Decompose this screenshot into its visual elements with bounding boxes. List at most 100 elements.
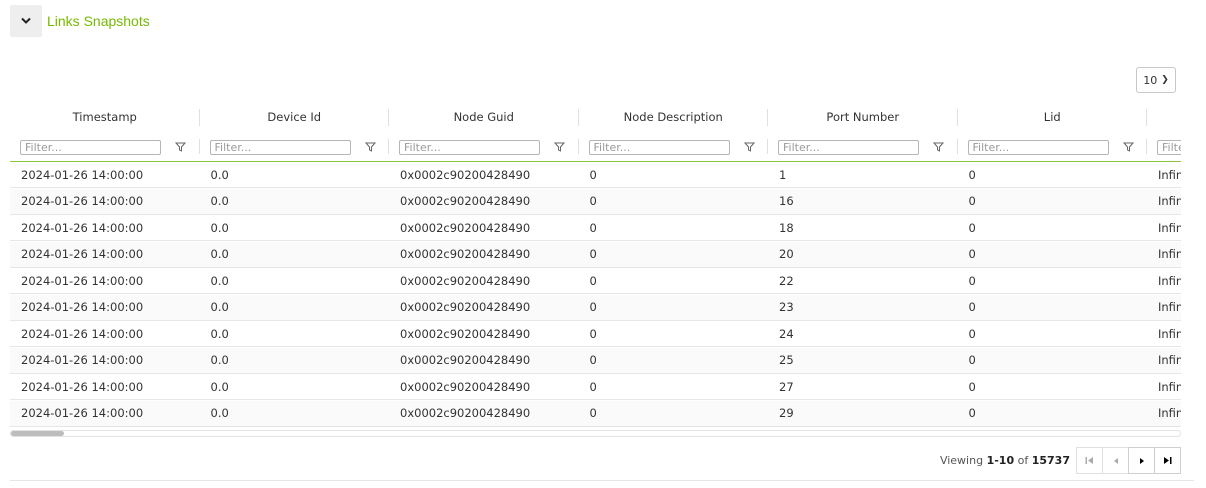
table-cell: 0 <box>968 220 976 235</box>
table-cell: Infin <box>1158 353 1181 367</box>
table-cell: Infin <box>1158 247 1181 261</box>
filter-input[interactable]: Filter... <box>399 139 540 155</box>
table-cell: 0.0 <box>210 353 229 367</box>
table-row[interactable]: 2024-01-26 14:00:00 0.0 0x0002c90200428490… <box>10 215 1181 241</box>
column-header[interactable]: Lid <box>958 103 1148 131</box>
table-cell: 2024-01-26 14:00:00 <box>21 220 144 235</box>
table-cell: 0 <box>968 353 976 367</box>
viewing-range: 1-10 <box>986 454 1015 467</box>
next-page-button[interactable] <box>1128 447 1155 474</box>
table-cell: 18 <box>779 220 794 235</box>
filter-row: Filter... Filter... Filter... Filter... Filt… <box>10 134 1181 160</box>
table-cell: 0.0 <box>210 379 229 394</box>
table-cell: 0 <box>589 353 597 367</box>
table-cell: 25 <box>779 353 794 367</box>
filter-input[interactable]: Filter... <box>1157 139 1181 155</box>
filter-icon[interactable] <box>1122 142 1134 152</box>
column-header[interactable]: Device Id <box>200 103 390 131</box>
table-cell: 2024-01-26 14:00:00 <box>21 406 144 420</box>
table-cell: 24 <box>779 326 794 341</box>
of-label: of <box>1017 454 1029 467</box>
table-cell: 0 <box>589 220 597 235</box>
last-page-button[interactable] <box>1154 447 1181 474</box>
filter-input[interactable]: Filter... <box>588 139 730 155</box>
table-row[interactable]: 2024-01-26 14:00:00 0.0 0x0002c90200428490… <box>10 321 1181 347</box>
viewing-label: Viewing <box>939 454 984 467</box>
table-cell: 0.0 <box>210 326 229 341</box>
filter-icon[interactable] <box>175 142 186 152</box>
filter-icon[interactable] <box>933 142 944 152</box>
table-cell: Infin <box>1158 273 1181 288</box>
scrollbar-thumb[interactable] <box>11 431 64 436</box>
page-size-value: 10 <box>1143 73 1158 87</box>
table-cell: 2024-01-26 14:00:00 <box>21 353 144 367</box>
next-page-icon <box>1139 457 1144 464</box>
table-cell: Infin <box>1158 167 1181 182</box>
filter-input[interactable]: Filter... <box>20 139 161 155</box>
column-header[interactable] <box>1147 103 1181 131</box>
filter-icon[interactable] <box>554 142 565 152</box>
bottom-divider <box>10 480 1194 481</box>
table-row[interactable]: 2024-01-26 14:00:00 0.0 0x0002c90200428490… <box>10 241 1181 268</box>
table-cell: 16 <box>779 194 794 208</box>
table-cell: 0 <box>589 379 597 394</box>
table-row[interactable]: 2024-01-26 14:00:00 0.0 0x0002c90200428490… <box>10 400 1181 427</box>
table-row[interactable]: 2024-01-26 14:00:00 0.0 0x0002c90200428490… <box>10 268 1181 294</box>
collapse-button[interactable] <box>10 5 42 37</box>
column-header[interactable]: Node Description <box>579 103 769 131</box>
filter-icon[interactable] <box>364 142 376 152</box>
table-row[interactable]: 2024-01-26 14:00:00 0.0 0x0002c90200428490… <box>10 374 1181 400</box>
filter-cell: Filter... <box>200 134 390 160</box>
table-cell: 23 <box>779 300 794 314</box>
column-header[interactable]: Timestamp <box>10 103 200 131</box>
table-cell: 0.0 <box>210 247 229 261</box>
table-cell: 0 <box>968 300 976 314</box>
filter-input[interactable]: Filter... <box>967 139 1109 155</box>
links-table: Timestamp Device Id Node Guid Node Descript… <box>10 101 1181 427</box>
table-cell: 1 <box>779 167 787 182</box>
table-row[interactable]: 2024-01-26 14:00:00 0.0 0x0002c90200428490… <box>10 294 1181 321</box>
filter-cell: Filter... <box>1147 134 1181 160</box>
pagination: Viewing 1-10 of 15737 <box>940 447 1181 474</box>
filter-input[interactable]: Filter... <box>778 139 919 155</box>
table-cell: Infin <box>1158 194 1181 208</box>
table-cell: 0x0002c90200428490 <box>400 379 531 394</box>
filter-cell: Filter... <box>768 134 958 160</box>
table-cell: 20 <box>779 247 794 261</box>
column-header[interactable]: Port Number <box>768 103 958 131</box>
panel-title: Links Snapshots <box>47 13 150 29</box>
table-cell: 0 <box>589 406 597 420</box>
table-cell: 0 <box>589 300 597 314</box>
table-cell: 0 <box>968 273 976 288</box>
table-cell: 0 <box>968 379 976 394</box>
total-count: 15737 <box>1031 454 1070 467</box>
table-cell: 0.0 <box>210 220 229 235</box>
table-cell: 2024-01-26 14:00:00 <box>21 379 144 394</box>
table-cell: 0.0 <box>210 167 229 182</box>
table-cell: 2024-01-26 14:00:00 <box>21 247 144 261</box>
table-cell: 0x0002c90200428490 <box>400 220 531 235</box>
table-row[interactable]: 2024-01-26 14:00:00 0.0 0x0002c90200428490… <box>10 162 1181 188</box>
first-page-button[interactable] <box>1076 447 1103 474</box>
table-cell: 0 <box>968 406 976 420</box>
page-size-select[interactable]: 10 ❯ <box>1136 67 1176 93</box>
first-page-icon <box>1085 457 1093 464</box>
last-page-icon <box>1164 457 1172 464</box>
column-header[interactable]: Node Guid <box>389 103 579 131</box>
table-cell: 0 <box>589 273 597 288</box>
table-cell: 2024-01-26 14:00:00 <box>21 300 144 314</box>
horizontal-scrollbar[interactable] <box>10 430 1181 437</box>
prev-page-button[interactable] <box>1102 447 1129 474</box>
table-cell: Infin <box>1158 379 1181 394</box>
table-cell: 0x0002c90200428490 <box>400 194 531 208</box>
table-cell: 27 <box>779 379 794 394</box>
filter-input[interactable]: Filter... <box>209 139 351 155</box>
prev-page-icon <box>1113 457 1118 464</box>
chevron-down-icon <box>21 17 31 24</box>
table-cell: 0 <box>968 167 976 182</box>
table-cell: Infin <box>1158 326 1181 341</box>
table-cell: 0.0 <box>210 406 229 420</box>
table-row[interactable]: 2024-01-26 14:00:00 0.0 0x0002c90200428490… <box>10 188 1181 215</box>
filter-icon[interactable] <box>743 142 755 152</box>
table-row[interactable]: 2024-01-26 14:00:00 0.0 0x0002c90200428490… <box>10 347 1181 374</box>
